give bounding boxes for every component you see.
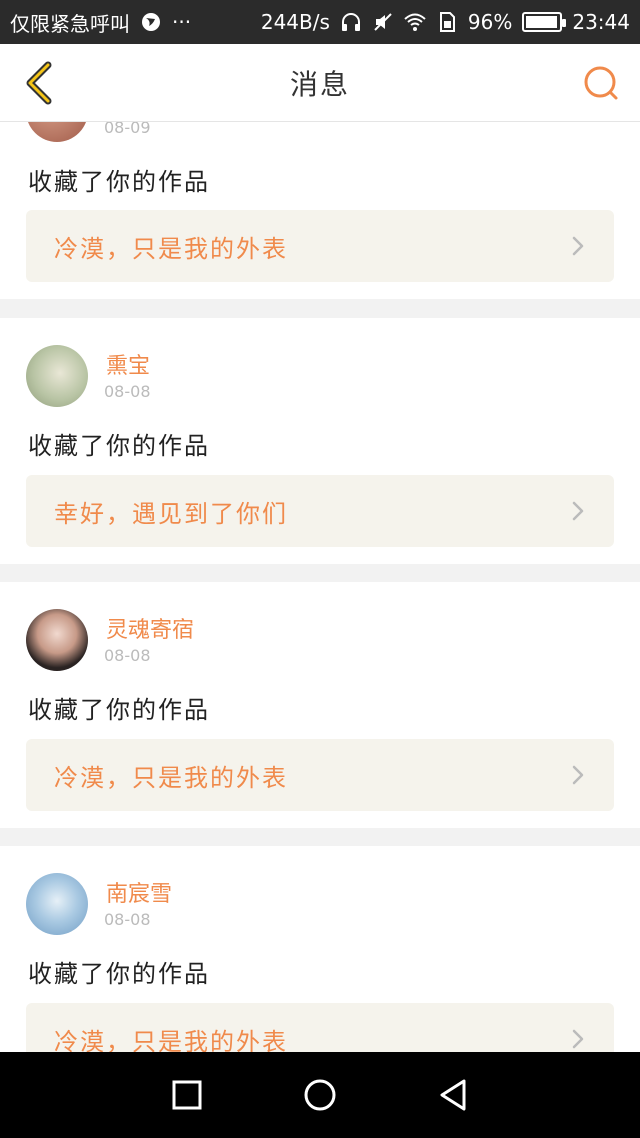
- action-text: 收藏了你的作品: [28, 696, 210, 724]
- chevron-left-icon: [26, 61, 52, 105]
- battery-icon: [522, 12, 567, 32]
- message-date: 08-08: [104, 382, 151, 401]
- work-title: 幸好，遇见到了你们: [54, 499, 288, 528]
- status-left: 仅限紧急呼叫 ···: [10, 8, 191, 37]
- page-title: 消息: [289, 67, 350, 101]
- work-link[interactable]: 冷漠，只是我的外表: [26, 739, 614, 811]
- battery-percent: 96%: [467, 10, 513, 34]
- recent-apps-button[interactable]: [165, 1073, 209, 1117]
- action-text: 收藏了你的作品: [28, 168, 210, 196]
- search-icon: [584, 66, 618, 100]
- username[interactable]: 南宸雪: [106, 876, 172, 908]
- search-button[interactable]: [576, 58, 626, 108]
- username[interactable]: 灵魂寄宿: [106, 612, 194, 644]
- action-text: 收藏了你的作品: [28, 960, 210, 988]
- message-date: 08-09: [104, 122, 151, 137]
- work-link[interactable]: 冷漠，只是我的外表: [26, 1003, 614, 1052]
- message-date: 08-08: [104, 910, 151, 929]
- wifi-icon: [404, 11, 426, 33]
- chevron-right-icon: [572, 501, 584, 521]
- message-card: 灵魂寄宿 08-08 收藏了你的作品 冷漠，只是我的外表: [0, 582, 640, 828]
- status-bar: 仅限紧急呼叫 ··· 244B/s 96% 23:44: [0, 0, 640, 44]
- sim-icon: [436, 11, 458, 33]
- action-text: 收藏了你的作品: [28, 432, 210, 460]
- chevron-right-icon: [572, 236, 584, 256]
- triangle-back-icon: [440, 1079, 466, 1111]
- carrier-text: 仅限紧急呼叫: [10, 11, 130, 36]
- avatar[interactable]: [26, 345, 88, 407]
- message-card: 南宸雪 08-08 收藏了你的作品 冷漠，只是我的外表: [0, 846, 640, 1052]
- system-back-button[interactable]: [431, 1073, 475, 1117]
- more-dots: ···: [172, 10, 192, 34]
- circle-icon: [304, 1079, 336, 1111]
- username[interactable]: 熏宝: [106, 348, 150, 380]
- work-link[interactable]: 幸好，遇见到了你们: [26, 475, 614, 547]
- system-nav-bar: [0, 1052, 640, 1138]
- message-card: 熏宝 08-08 收藏了你的作品 幸好，遇见到了你们: [0, 318, 640, 564]
- home-button[interactable]: [298, 1073, 342, 1117]
- work-title: 冷漠，只是我的外表: [54, 1027, 288, 1053]
- work-title: 冷漠，只是我的外表: [54, 234, 288, 263]
- work-title: 冷漠，只是我的外表: [54, 763, 288, 792]
- status-right: 244B/s 96% 23:44: [261, 10, 630, 34]
- message-date: 08-08: [104, 646, 151, 665]
- avatar[interactable]: [26, 122, 88, 142]
- globe-icon: [140, 11, 162, 33]
- top-nav-bar: 消息: [0, 44, 640, 122]
- back-button[interactable]: [14, 58, 64, 108]
- headphones-icon: [340, 11, 362, 33]
- work-link[interactable]: 冷漠，只是我的外表: [26, 210, 614, 282]
- net-speed: 244B/s: [260, 10, 330, 34]
- clock: 23:44: [572, 10, 630, 34]
- message-list[interactable]: 08-09 收藏了你的作品 冷漠，只是我的外表 熏宝 08-08 收藏了你的作品…: [0, 122, 640, 1052]
- mute-icon: [372, 11, 394, 33]
- message-card: 08-09 收藏了你的作品 冷漠，只是我的外表: [0, 122, 640, 299]
- square-icon: [172, 1080, 202, 1110]
- chevron-right-icon: [572, 1029, 584, 1049]
- avatar[interactable]: [26, 609, 88, 671]
- chevron-right-icon: [572, 765, 584, 785]
- avatar[interactable]: [26, 873, 88, 935]
